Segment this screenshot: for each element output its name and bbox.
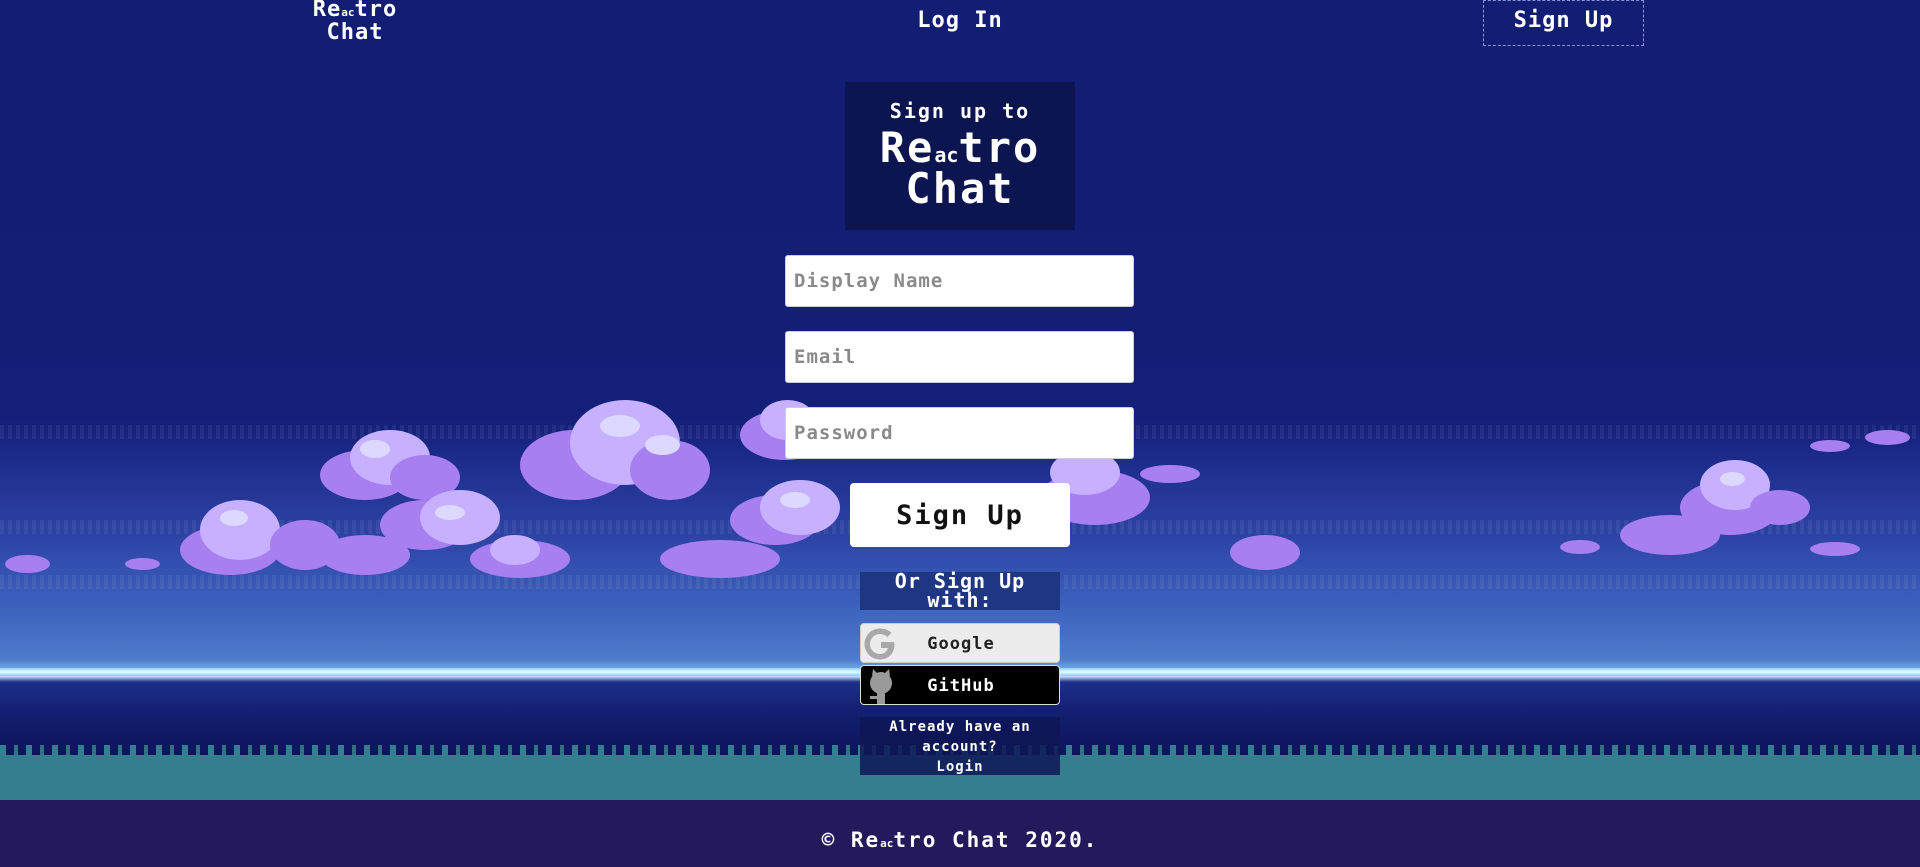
github-label: GitHub (927, 676, 995, 696)
brand-text-line2: Chat (326, 20, 384, 45)
cloud (125, 558, 160, 570)
cloud (5, 555, 50, 573)
login-link[interactable]: Login (860, 757, 1060, 777)
cloud (470, 535, 570, 580)
google-label: Google (927, 634, 995, 654)
github-signup-button[interactable]: GitHub (860, 665, 1060, 705)
password-field[interactable] (785, 407, 1134, 459)
already-account-text: Already have an account? (889, 719, 1031, 755)
title-heading: Sign up to (889, 99, 1031, 123)
brand-text-small: ac (341, 6, 355, 19)
cloud (1865, 430, 1910, 445)
footer-text: © Re (821, 828, 881, 852)
cloud (1230, 535, 1300, 570)
title-logo: Reactro Chat (845, 127, 1075, 213)
cloud (180, 500, 340, 580)
nav-signup-button[interactable]: Sign Up (1483, 0, 1644, 46)
logo-text-line2: Chat (905, 164, 1015, 213)
footer-text: tro Chat 2020. (893, 828, 1099, 852)
already-account-box: Already have an account? Login (860, 717, 1060, 775)
footer-text-small: ac (880, 837, 894, 850)
cloud (1140, 465, 1200, 485)
title-card: Sign up to Reactro Chat (845, 82, 1075, 230)
nav-login-link[interactable]: Log In (900, 8, 1020, 33)
cloud (1620, 515, 1720, 555)
brand-text: Re (312, 0, 342, 22)
brand-text: tro (354, 0, 398, 22)
display-name-field[interactable] (785, 255, 1134, 307)
cloud (660, 540, 780, 580)
cloud (320, 535, 410, 575)
brand-logo[interactable]: Reactro Chat (300, 0, 410, 45)
footer-copyright: © Reactro Chat 2020. (0, 828, 1920, 852)
email-field[interactable] (785, 331, 1134, 383)
social-heading: Or Sign Up with: (860, 571, 1060, 610)
cloud (1810, 542, 1860, 557)
cloud (1560, 540, 1600, 555)
signup-submit-button[interactable]: Sign Up (850, 483, 1070, 547)
top-nav: Reactro Chat Log In Sign Up (0, 0, 1920, 50)
google-signup-button[interactable]: Google (860, 623, 1060, 663)
cloud (1810, 440, 1850, 452)
cloud (520, 400, 710, 510)
